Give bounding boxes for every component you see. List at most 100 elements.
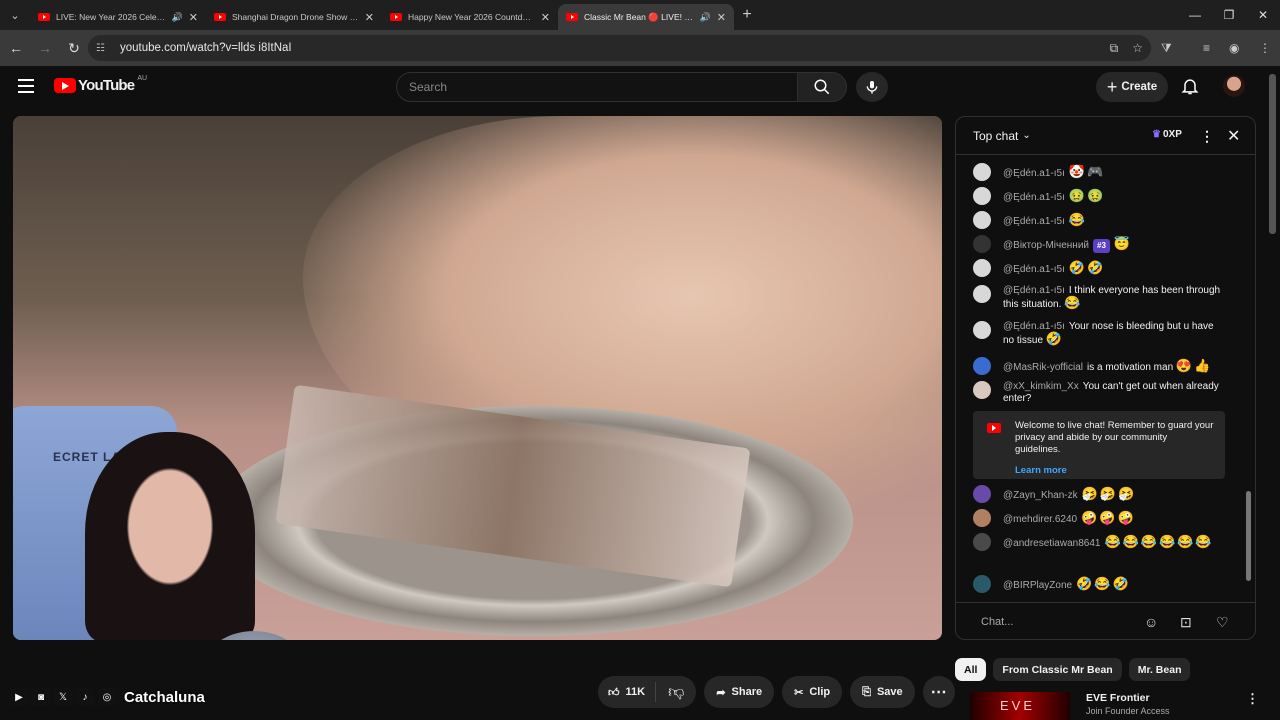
address-bar[interactable]: ☷ youtube.com/watch?v=llds i8ItNaI ⧉ ☆ [88,35,1151,61]
chat-author[interactable]: @Ędén.a1-ı5ı [1003,192,1065,203]
window-close-icon[interactable]: ✕ [1246,0,1280,30]
chat-options-icon[interactable]: ⋮ [1200,128,1214,145]
clip-button[interactable]: ✂ Clip [782,676,843,708]
site-info-icon[interactable]: ☷ [96,43,112,54]
tab-title: Classic Mr Bean 🔴 LIVE! - All Episodes [584,11,694,22]
chat-avatar [973,509,991,527]
chat-author[interactable]: @Ędén.a1-ı5ı [1003,285,1065,296]
browser-tab[interactable]: Shanghai Dragon Drone Show • China New Y… [206,4,382,30]
chat-input-placeholder: Chat... [981,615,1014,628]
recommendation-chips: All From Classic Mr Bean Mr. Bean [955,658,1191,681]
super-chat-icon[interactable]: ⊡ [1180,614,1192,631]
back-arrow-icon[interactable]: ← [3,35,29,61]
restore-icon[interactable]: ❐ [1212,0,1246,30]
notifications-bell-icon[interactable] [1180,76,1200,96]
browser-menu-icon[interactable]: ⋮ [1259,30,1271,66]
tab-close-icon[interactable]: ✕ [189,11,198,24]
browser-tab[interactable]: LIVE: New Year 2026 Celebrations and Fir… [30,4,206,30]
chat-close-icon[interactable]: ✕ [1227,126,1240,146]
crown-icon: ♛ [1152,129,1161,140]
video-player[interactable]: ECRET LAB [13,116,942,640]
like-count: 11K [625,686,646,698]
chat-author[interactable]: @mehdirer.6240 [1003,514,1077,525]
heart-icon[interactable]: ♡ [1216,614,1229,631]
create-label: Create [1121,81,1158,93]
extensions-icon[interactable]: ⧩ [1161,30,1172,66]
create-button[interactable]: + Create [1096,72,1168,102]
share-label: Share [731,686,763,698]
chat-emoji: 😂 [1068,212,1088,227]
thumbnail-text: EVE [1000,698,1036,713]
more-actions-button[interactable]: ⋯ [922,676,955,708]
browser-tab[interactable]: Happy New Year 2026 Countdown! 🎉 Fir... … [382,4,558,30]
chat-scrollbar[interactable] [1246,491,1251,581]
new-tab-button[interactable]: + [734,6,760,24]
tab-close-icon[interactable]: ✕ [541,11,550,24]
microphone-icon [866,81,878,94]
chat-author[interactable]: @BIRPlayZone [1003,580,1072,591]
tab-search-button[interactable]: ⌄ [0,0,30,30]
reload-icon[interactable]: ↻ [61,35,87,61]
chat-avatar [973,235,991,253]
youtube-logo[interactable]: YouTube AU [54,75,147,94]
tab-close-icon[interactable]: ✕ [365,11,374,24]
search-icon [814,79,830,95]
minimize-icon[interactable]: — [1178,0,1212,30]
chat-input[interactable]: Chat... ☺ ⊡ ♡ [956,602,1255,639]
recommended-options-icon[interactable]: ⋮ [1246,691,1259,707]
xp-badge[interactable]: ♛ 0XP [1152,129,1182,140]
recommended-thumbnail[interactable]: EVE [970,692,1070,720]
chat-message: @Zayn_Khan-zk 🤧🤧🤧 [973,485,1225,503]
thumbs-down-icon: 👎︎ [668,683,685,701]
youtube-favicon-icon [566,13,578,21]
chat-message-list: @Ędén.a1-ı5ı 🤡🎮 @Ędén.a1-ı5ı 🤢🤢 @Ędén.a1-ı… [956,155,1255,595]
install-app-icon[interactable]: ⧉ [1110,41,1119,56]
live-chat-panel: Top chat ⌄ ♛ 0XP ⋮ ✕ @Ędén.a1-ı5ı 🤡🎮 @Ędé… [955,116,1256,640]
youtube-social-icon: ▶ [10,688,28,706]
chip-mr-bean[interactable]: Mr. Bean [1128,658,1191,681]
recommended-title[interactable]: EVE Frontier [1086,692,1150,704]
recommended-video[interactable]: EVE EVE Frontier Join Founder Access ⋮ [970,690,1270,720]
chat-message: @xX_kimkim_Xx You can't get out when alre… [973,381,1225,405]
chat-avatar [973,187,991,205]
chat-author[interactable]: @Zayn_Khan-zk [1003,490,1078,501]
chat-author[interactable]: @Ędén.a1-ı5ı [1003,216,1065,227]
chat-author[interactable]: @Ędén.a1-ı5ı [1003,168,1065,179]
chat-message: @BIRPlayZone 🤣😂🤣 [973,575,1225,593]
save-label: Save [876,686,903,698]
speaker-icon[interactable]: 🔊 [700,12,711,23]
chat-author[interactable]: @Ędén.a1-ı5ı [1003,264,1065,275]
menu-hamburger-icon[interactable] [18,79,34,93]
discord-social-icon: ◙ [32,688,50,706]
forward-arrow-icon[interactable]: → [32,35,58,61]
voice-search-button[interactable] [856,72,888,102]
dislike-button[interactable]: 👎︎ [656,683,696,702]
browser-tab-active[interactable]: Classic Mr Bean 🔴 LIVE! - All Episodes 🔊… [558,4,734,30]
chat-message: @Ędén.a1-ı5ı 🤡🎮 [973,163,1225,181]
search-button[interactable] [797,72,847,102]
chevron-down-icon[interactable]: ⌄ [1022,130,1030,141]
page-scrollbar[interactable] [1269,74,1276,234]
chat-avatar [973,321,991,339]
chat-author[interactable]: @MasRik-yofficial [1003,362,1083,373]
emoji-picker-icon[interactable]: ☺ [1144,614,1158,630]
chat-mode-dropdown[interactable]: Top chat [973,129,1018,143]
search-input[interactable]: Search [396,72,798,102]
account-avatar[interactable] [1223,75,1245,97]
speaker-icon[interactable]: 🔊 [172,12,183,23]
learn-more-link[interactable]: Learn more [1015,465,1215,477]
profile-icon[interactable]: ◉ [1229,30,1239,66]
media-controls-icon[interactable]: ≡ [1203,30,1210,66]
chat-emoji: 😂😂😂😂😂😂 [1104,534,1214,549]
tab-close-icon[interactable]: ✕ [717,11,726,24]
chip-all[interactable]: All [955,658,987,681]
chat-author[interactable]: @xX_kimkim_Xx [1003,381,1079,392]
share-button[interactable]: ➦ Share [704,676,775,708]
bookmark-star-icon[interactable]: ☆ [1132,41,1143,55]
chat-author[interactable]: @Віктор-Міченний [1003,240,1089,251]
like-button[interactable]: 👍︎ 11K [598,682,657,702]
save-button[interactable]: ⎘ Save [850,676,915,708]
chat-author[interactable]: @andresetiawan8641 [1003,538,1100,549]
chip-from-channel[interactable]: From Classic Mr Bean [993,658,1122,681]
url-text: youtube.com/watch?v=llds i8ItNaI [120,42,292,54]
